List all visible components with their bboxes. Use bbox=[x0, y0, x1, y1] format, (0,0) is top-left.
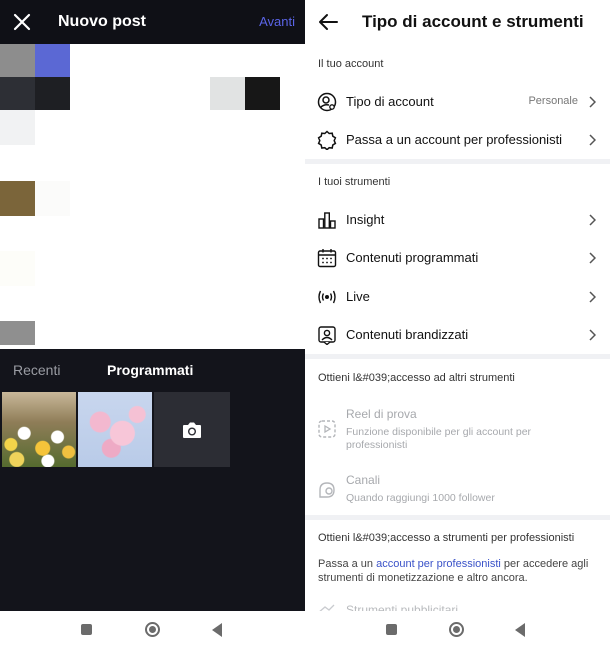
camera-button[interactable] bbox=[154, 392, 230, 467]
live-broadcast-icon bbox=[318, 290, 336, 304]
image-preview bbox=[0, 44, 305, 349]
section-account-heading: Il tuo account bbox=[318, 58, 384, 70]
account-tools-panel: Tipo di account e strumenti Il tuo accou… bbox=[305, 0, 610, 611]
chevron-right-icon bbox=[589, 329, 596, 341]
new-post-header: Nuovo post Avanti bbox=[0, 0, 305, 44]
close-icon[interactable] bbox=[11, 11, 33, 33]
calendar-icon bbox=[317, 249, 337, 268]
chevron-right-icon bbox=[589, 96, 596, 108]
preview-pixel bbox=[0, 181, 35, 216]
screen: Nuovo post Avanti Recenti Programmati Ti… bbox=[0, 0, 610, 649]
megaphone-icon bbox=[319, 604, 335, 611]
scheduled-content-label: Contenuti programmati bbox=[346, 250, 479, 265]
pro-text-before: Passa a un bbox=[318, 558, 377, 570]
new-post-panel: Nuovo post Avanti Recenti Programmati bbox=[0, 0, 305, 611]
chevron-right-icon bbox=[589, 214, 596, 226]
gallery-grid bbox=[2, 392, 230, 467]
tab-scheduled[interactable]: Programmati bbox=[107, 362, 193, 378]
channels-description: Quando raggiungi 1000 follower bbox=[346, 492, 495, 504]
branded-content-row[interactable]: Contenuti brandizzati bbox=[305, 316, 610, 354]
account-type-row[interactable]: Tipo di account Personale bbox=[305, 83, 610, 121]
preview-pixel bbox=[0, 321, 35, 345]
section-tools-heading: I tuoi strumenti bbox=[318, 176, 391, 188]
gallery-thumbnail-blossom[interactable] bbox=[78, 392, 152, 467]
account-type-value: Personale bbox=[528, 95, 578, 107]
section-pro-tools-heading: Ottieni l&#039;accesso a strumenti per p… bbox=[318, 532, 575, 544]
camera-icon bbox=[183, 422, 201, 438]
gallery-tabs: Recenti Programmati bbox=[0, 349, 305, 391]
recents-nav-icon[interactable] bbox=[386, 624, 397, 635]
back-nav-icon[interactable] bbox=[212, 623, 222, 637]
bar-chart-icon bbox=[318, 212, 336, 229]
recents-nav-icon[interactable] bbox=[81, 624, 92, 635]
ad-tools-row-partial[interactable]: Strumenti pubblicitari bbox=[317, 600, 517, 611]
channels-icon bbox=[319, 482, 335, 498]
trial-reel-label: Reel di prova bbox=[346, 407, 417, 421]
insight-row[interactable]: Insight bbox=[305, 201, 610, 239]
preview-pixel bbox=[0, 77, 35, 110]
page-title: Tipo di account e strumenti bbox=[362, 12, 584, 31]
section-divider bbox=[305, 159, 610, 164]
back-nav-icon[interactable] bbox=[515, 623, 525, 637]
account-settings-icon bbox=[317, 92, 337, 112]
next-button[interactable]: Avanti bbox=[259, 14, 295, 29]
live-row[interactable]: Live bbox=[305, 278, 610, 316]
live-label: Live bbox=[346, 289, 370, 304]
account-type-label: Tipo di account bbox=[346, 94, 434, 109]
account-tools-header: Tipo di account e strumenti bbox=[305, 0, 610, 44]
section-divider bbox=[305, 515, 610, 520]
pro-account-link[interactable]: account per professionisti bbox=[376, 558, 501, 570]
preview-pixel bbox=[0, 110, 35, 145]
switch-pro-account-row[interactable]: Passa a un account per professionisti bbox=[305, 121, 610, 159]
system-nav-bar-left bbox=[0, 611, 305, 649]
channels-label: Canali bbox=[346, 473, 381, 487]
chevron-right-icon bbox=[589, 291, 596, 303]
home-nav-icon[interactable] bbox=[449, 622, 464, 637]
pro-tools-description: Passa a un account per professionisti pe… bbox=[318, 557, 603, 585]
trial-reel-description: Funzione disponibile per gli account per… bbox=[346, 426, 532, 451]
preview-pixel bbox=[0, 251, 35, 286]
chevron-right-icon bbox=[589, 134, 596, 146]
preview-pixel bbox=[0, 44, 35, 77]
section-other-tools-heading: Ottieni l&#039;accesso ad altri strument… bbox=[318, 372, 515, 384]
preview-pixel bbox=[35, 44, 70, 77]
scheduled-content-row[interactable]: Contenuti programmati bbox=[305, 239, 610, 277]
insight-label: Insight bbox=[346, 212, 385, 227]
page-title: Nuovo post bbox=[58, 13, 146, 30]
gallery-thumbnail-flowers[interactable] bbox=[2, 392, 76, 467]
preview-pixel bbox=[35, 77, 70, 110]
preview-pixel bbox=[35, 181, 70, 216]
arrow-left-icon[interactable] bbox=[317, 12, 339, 32]
preview-pixel bbox=[210, 77, 245, 110]
home-nav-icon[interactable] bbox=[145, 622, 160, 637]
section-divider bbox=[305, 354, 610, 359]
preview-pixel bbox=[245, 77, 280, 110]
chevron-right-icon bbox=[589, 252, 596, 264]
ad-tools-label: Strumenti pubblicitari bbox=[346, 603, 459, 611]
reels-icon bbox=[318, 420, 336, 438]
badge-gear-icon bbox=[317, 130, 337, 150]
branded-content-icon bbox=[318, 326, 336, 345]
system-nav-bar-right bbox=[305, 611, 610, 649]
switch-pro-account-label: Passa a un account per professionisti bbox=[346, 132, 563, 147]
branded-content-label: Contenuti brandizzati bbox=[346, 327, 469, 342]
tab-recent[interactable]: Recenti bbox=[13, 362, 60, 378]
